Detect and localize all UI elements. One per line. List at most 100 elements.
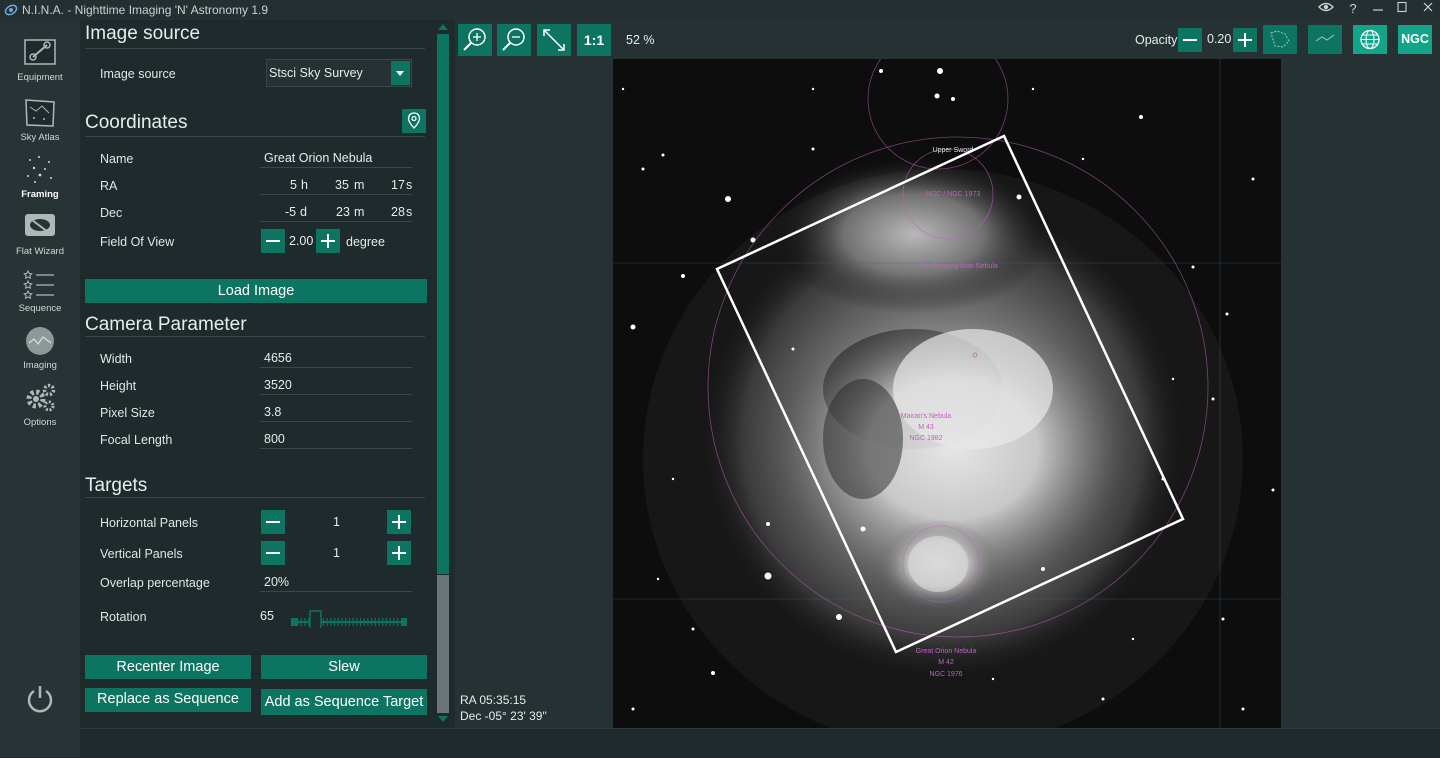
star (811, 147, 815, 151)
add-as-sequence-target-button[interactable]: Add as Sequence Target (261, 689, 427, 715)
overlap-field[interactable]: 20% (264, 575, 289, 589)
rotation-slider[interactable] (291, 604, 407, 628)
zoom-in-button[interactable] (458, 24, 492, 56)
sidebar-item-equipment[interactable]: Equipment (0, 37, 80, 94)
dec-minutes-field[interactable]: 23 (336, 205, 350, 219)
ra-minutes-unit: m (354, 178, 365, 192)
dec-degrees-field[interactable]: -5 (285, 205, 296, 219)
horizontal-panels-field[interactable]: 1 (333, 515, 340, 529)
scroll-up-icon[interactable] (438, 24, 448, 30)
star (879, 69, 883, 73)
scrollbar-thumb[interactable] (437, 34, 449, 574)
imaging-icon (26, 327, 54, 355)
power-icon[interactable] (25, 684, 55, 714)
star (791, 347, 795, 351)
sidebar-item-framing[interactable]: Framing (0, 154, 80, 211)
fit-to-screen-button[interactable] (537, 24, 571, 56)
target-name-field[interactable]: Great Orion Nebula (264, 151, 372, 165)
camera-plug-icon (24, 39, 56, 65)
replace-as-sequence-button[interactable]: Replace as Sequence (85, 688, 251, 712)
recenter-image-button[interactable]: Recenter Image (85, 655, 251, 679)
sidebar-item-imaging[interactable]: Imaging (0, 325, 80, 382)
fov-field[interactable]: 2.00 (289, 234, 313, 248)
sidebar-item-label: Imaging (23, 360, 57, 371)
star (711, 671, 715, 675)
image-source-select[interactable]: Stsci Sky Survey (266, 59, 412, 87)
rotation-field[interactable]: 65 (260, 609, 274, 623)
constellation-lines-toggle[interactable] (1308, 25, 1342, 54)
section-title-image-source: Image source (85, 23, 201, 44)
panel-scrollbar[interactable] (435, 20, 451, 728)
ra-seconds-field[interactable]: 17 (391, 178, 405, 192)
annotation-ngc1982: NGC 1982 (909, 435, 942, 442)
constellation-boundaries-toggle[interactable] (1263, 25, 1297, 54)
annotation-mairan: Mairan's Nebula (901, 413, 951, 420)
sidebar-item-label: Framing (21, 189, 59, 200)
opacity-decrease-button[interactable] (1178, 28, 1202, 52)
star (1251, 177, 1255, 181)
annotation-great-orion: Great Orion Nebula (916, 648, 977, 655)
vertical-panels-label: Vertical Panels (100, 547, 183, 561)
star (681, 274, 685, 278)
slew-button[interactable]: Slew (261, 655, 427, 679)
height-field[interactable]: 3520 (264, 378, 292, 392)
sidebar-item-sequence[interactable]: Sequence (0, 268, 80, 325)
opacity-value[interactable]: 0.20 (1207, 32, 1231, 46)
section-title-camera: Camera Parameter (85, 314, 247, 335)
minimize-icon[interactable] (1368, 1, 1388, 16)
dec-seconds-field[interactable]: 28 (391, 205, 405, 219)
star (1101, 697, 1105, 701)
chevron-down-icon[interactable] (391, 61, 410, 85)
vertical-panels-increase-button[interactable] (387, 541, 411, 565)
section-title-targets: Targets (85, 475, 148, 496)
annotation-ngc1976: NGC 1976 (929, 671, 962, 678)
star (934, 93, 940, 99)
horizontal-panels-decrease-button[interactable] (261, 510, 285, 534)
star (1131, 637, 1135, 641)
ra-minutes-field[interactable]: 35 (335, 178, 349, 192)
help-icon[interactable]: ? (1343, 1, 1363, 16)
focal-length-field[interactable]: 800 (264, 432, 285, 446)
opacity-label: Opacity (1135, 33, 1178, 47)
sidebar-item-options[interactable]: Options (0, 382, 80, 439)
zoom-out-button[interactable] (497, 24, 531, 56)
star (811, 87, 815, 91)
location-pin-button[interactable] (402, 109, 426, 133)
expand-arrows-icon (543, 29, 565, 51)
close-icon[interactable] (1418, 1, 1438, 16)
scroll-down-icon[interactable] (438, 716, 448, 722)
framing-settings-panel: Image source Image source Stsci Sky Surv… (80, 20, 432, 728)
load-image-button[interactable]: Load Image (85, 279, 427, 303)
pixel-size-label: Pixel Size (100, 406, 155, 420)
rotation-slider-thumb[interactable] (309, 610, 322, 628)
map-pin-icon (407, 112, 421, 129)
scrollbar-track[interactable] (437, 575, 449, 713)
status-bar (80, 728, 1440, 758)
vertical-panels-field[interactable]: 1 (333, 546, 340, 560)
ra-hours-field[interactable]: 5 (290, 178, 297, 192)
star (691, 627, 695, 631)
horizontal-panels-label: Horizontal Panels (100, 516, 198, 530)
sidebar-item-sky-atlas[interactable]: Sky Atlas (0, 97, 80, 154)
fov-increase-button[interactable] (316, 229, 340, 253)
horizontal-panels-increase-button[interactable] (387, 510, 411, 534)
zoom-one-to-one-button[interactable]: 1:1 (577, 24, 611, 56)
opacity-increase-button[interactable] (1233, 28, 1257, 52)
star (1139, 115, 1143, 119)
section-title-coordinates: Coordinates (85, 112, 188, 133)
gears-icon (26, 383, 56, 412)
fov-decrease-button[interactable] (261, 229, 285, 253)
pixel-size-field[interactable]: 3.8 (264, 405, 281, 419)
vertical-panels-decrease-button[interactable] (261, 541, 285, 565)
width-field[interactable]: 4656 (264, 351, 292, 365)
grid-toggle[interactable] (1353, 25, 1387, 54)
framing-icon (27, 156, 52, 183)
maximize-icon[interactable] (1392, 1, 1412, 16)
sky-image[interactable]: Upper Sword NGC / NGC 1973 The Running M… (613, 59, 1281, 728)
eye-icon[interactable] (1316, 1, 1336, 16)
ngc-toggle[interactable]: NGC (1398, 25, 1432, 54)
ra-seconds-unit: s (406, 178, 413, 192)
annotation-m43: M 43 (918, 424, 934, 431)
image-viewer: 1:1 52 % Opacity 0.20 NGC Upper Sword NG… (455, 20, 1440, 728)
sidebar-item-flat-wizard[interactable]: Flat Wizard (0, 211, 80, 268)
